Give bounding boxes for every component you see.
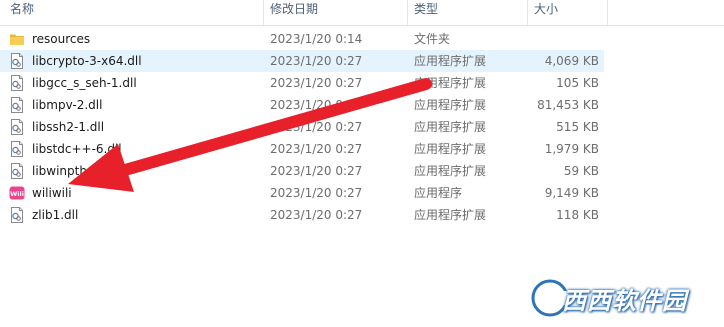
file-size: 105 KB xyxy=(556,76,599,90)
file-row[interactable]: resources 2023/1/20 0:14 文件夹 xyxy=(0,28,604,50)
column-header-name[interactable]: 名称 xyxy=(4,0,260,25)
dll-file-icon xyxy=(9,97,25,113)
file-row[interactable]: Wili wiliwili 2023/1/20 0:27 应用程序 9,149 KB xyxy=(0,182,604,204)
file-row[interactable]: libstdc++-6.dll 2023/1/20 0:27 应用程序扩展 1,979… xyxy=(0,138,604,160)
file-date: 2023/1/20 0:27 xyxy=(270,76,363,90)
dll-file-icon xyxy=(9,75,25,91)
file-size: 9,149 KB xyxy=(544,186,599,200)
file-date: 2023/1/20 0:27 xyxy=(270,120,363,134)
wiliwili-app-icon: Wili xyxy=(9,185,25,201)
dll-file-icon xyxy=(9,53,25,69)
file-row[interactable]: libgcc_s_seh-1.dll 2023/1/20 0:27 应用程序扩展 10… xyxy=(0,72,604,94)
file-date: 2023/1/20 0:27 xyxy=(270,54,363,68)
file-name: libstdc++-6.dll xyxy=(32,142,122,156)
file-date: 2023/1/20 0:27 xyxy=(270,164,363,178)
file-size: 4,069 KB xyxy=(544,54,599,68)
file-name: libmpv-2.dll xyxy=(32,98,103,112)
dll-file-icon xyxy=(9,119,25,135)
file-date: 2023/1/20 0:14 xyxy=(270,32,363,46)
file-name: libgcc_s_seh-1.dll xyxy=(32,76,137,90)
file-row[interactable]: libwinpthre 2023/1/20 0:27 应用程序扩展 59 KB xyxy=(0,160,604,182)
file-name: libssh2-1.dll xyxy=(32,120,105,134)
file-type: 应用程序扩展 xyxy=(414,54,487,68)
dll-file-icon xyxy=(9,207,25,223)
column-header-size[interactable]: 大小 xyxy=(528,0,608,25)
dll-file-icon xyxy=(9,163,25,179)
file-date: 2023/1/20 0:27 xyxy=(270,186,363,200)
file-type: 文件夹 xyxy=(414,32,451,46)
site-watermark: 西西软件园 xyxy=(528,275,718,321)
file-row[interactable]: libcrypto-3-x64.dll 2023/1/20 0:27 应用程序扩展 4… xyxy=(0,50,604,72)
file-type: 应用程序 xyxy=(414,186,463,200)
column-divider[interactable] xyxy=(607,0,608,25)
file-size: 1,979 KB xyxy=(544,142,599,156)
file-size: 118 KB xyxy=(556,208,599,222)
watermark-text: 西西软件园 xyxy=(562,287,687,315)
file-date: 2023/1/20 0:27 xyxy=(270,142,363,156)
file-name: wiliwili xyxy=(32,186,72,200)
file-type: 应用程序扩展 xyxy=(414,208,487,222)
file-type: 应用程序扩展 xyxy=(414,120,487,134)
file-name: resources xyxy=(32,32,91,46)
file-row[interactable]: libmpv-2.dll 2023/1/20 0:27 应用程序扩展 81,453 K… xyxy=(0,94,604,116)
dll-file-icon xyxy=(9,141,25,157)
file-type: 应用程序扩展 xyxy=(414,76,487,90)
column-header-type[interactable]: 类型 xyxy=(408,0,524,25)
file-row[interactable]: libssh2-1.dll 2023/1/20 0:27 应用程序扩展 515 KB xyxy=(0,116,604,138)
file-date: 2023/1/20 0:27 xyxy=(270,98,363,112)
file-type: 应用程序扩展 xyxy=(414,164,487,178)
file-list: resources 2023/1/20 0:14 文件夹 libcrypto-3-x6… xyxy=(0,28,724,226)
file-size xyxy=(528,28,599,50)
file-name: libwinpthre xyxy=(32,164,100,178)
file-row[interactable]: zlib1.dll 2023/1/20 0:27 应用程序扩展 118 KB xyxy=(0,204,604,226)
svg-text:Wili: Wili xyxy=(10,190,24,198)
file-size: 81,453 KB xyxy=(537,98,599,112)
column-header-date[interactable]: 修改日期 xyxy=(264,0,404,25)
file-date: 2023/1/20 0:27 xyxy=(270,208,363,222)
folder-icon xyxy=(9,31,25,47)
file-explorer-window: 名称 修改日期 类型 大小 resources 2023/1/20 0:14 文件夹… xyxy=(0,0,724,327)
column-header-bar: 名称 修改日期 类型 大小 xyxy=(0,0,724,26)
file-type: 应用程序扩展 xyxy=(414,142,487,156)
file-size: 59 KB xyxy=(563,164,599,178)
file-name: zlib1.dll xyxy=(32,208,79,222)
file-name: libcrypto-3-x64.dll xyxy=(32,54,142,68)
file-type: 应用程序扩展 xyxy=(414,98,487,112)
file-size: 515 KB xyxy=(556,120,599,134)
